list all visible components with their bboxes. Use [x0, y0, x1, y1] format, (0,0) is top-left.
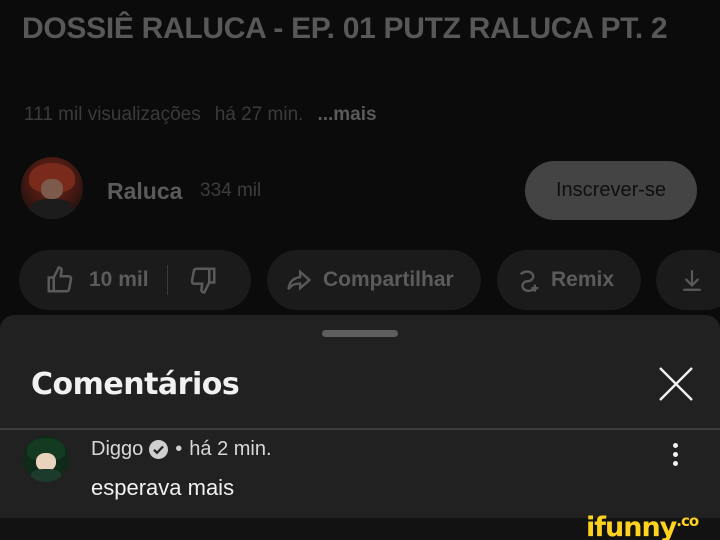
share-button[interactable]: Compartilhar: [267, 250, 481, 310]
subscriber-count: 334 mil: [200, 180, 262, 201]
comment-avatar[interactable]: [23, 436, 69, 482]
like-count[interactable]: 10 mil: [89, 268, 149, 292]
remix-button[interactable]: Remix: [497, 250, 641, 310]
view-count: 111 mil visualizações: [24, 104, 201, 125]
download-icon: [679, 266, 705, 294]
remix-label: Remix: [551, 268, 615, 291]
drag-handle[interactable]: [322, 330, 398, 337]
comments-sheet: Comentários: [0, 315, 720, 540]
ifunny-watermark: ifunny.co: [586, 512, 699, 540]
like-dislike-group: 10 mil: [19, 250, 251, 310]
verified-icon: [149, 440, 169, 459]
thumbs-up-icon[interactable]: [45, 265, 75, 295]
upload-time: há 27 min.: [214, 104, 304, 125]
channel-avatar[interactable]: [21, 157, 83, 219]
download-button[interactable]: [656, 250, 720, 310]
comment-text: esperava mais: [91, 475, 235, 500]
remix-icon: [515, 266, 543, 294]
like-divider: [166, 265, 168, 295]
thumbs-down-icon[interactable]: [188, 265, 218, 295]
comments-title: Comentários: [31, 367, 240, 402]
video-meta[interactable]: 111 mil visualizações há 27 min. ...mais: [24, 104, 377, 126]
comment-author[interactable]: Diggo: [91, 438, 143, 461]
channel-name[interactable]: Raluca: [107, 178, 182, 205]
meta-separator: •: [175, 438, 183, 460]
subscribe-button[interactable]: Inscrever-se: [525, 161, 697, 220]
comment-header: Diggo • há 2 min.: [91, 438, 272, 461]
comment-time: há 2 min.: [189, 438, 272, 460]
more-link[interactable]: ...mais: [317, 104, 376, 125]
video-title: DOSSIÊ RALUCA - EP. 01 PUTZ RALUCA PT. 2: [22, 12, 668, 45]
sheet-divider: [0, 428, 720, 430]
close-icon[interactable]: [655, 363, 697, 405]
more-vert-icon[interactable]: [666, 443, 684, 473]
share-label: Compartilhar: [323, 268, 454, 291]
share-icon: [285, 266, 313, 294]
